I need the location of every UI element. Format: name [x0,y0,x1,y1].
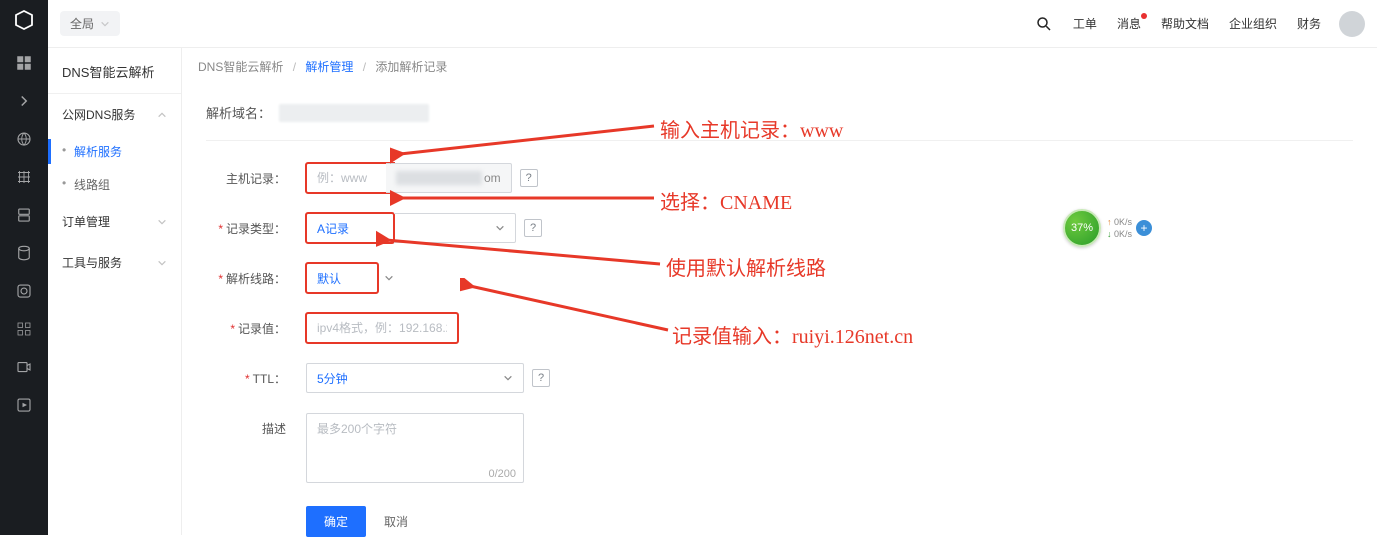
logo-icon [12,8,36,32]
nav-group-label: 工具与服务 [62,254,122,271]
rail-item-grid[interactable] [0,160,48,194]
value-input[interactable] [306,313,458,343]
speed-up: 0K/s [1107,216,1132,228]
breadcrumb-current: 添加解析记录 [375,60,447,74]
desc-label: 描述 [206,413,286,437]
icon-rail [0,0,48,535]
type-select[interactable]: A记录 [306,213,394,243]
host-input[interactable] [306,163,394,193]
nav-group-label: 订单管理 [62,213,110,230]
chevron-down-icon [157,217,167,227]
breadcrumb: DNS智能云解析 / 解析管理 / 添加解析记录 [182,48,1377,85]
chevron-down-icon [100,19,110,29]
sidebar: DNS智能云解析 公网DNS服务 解析服务 线路组 订单管理 工具与服务 [48,48,182,535]
desc-counter: 0/200 [488,468,516,480]
host-label: 主机记录： [206,163,286,187]
submit-button[interactable]: 确定 [306,506,366,537]
panel-title: DNS智能云解析 [48,48,181,94]
breadcrumb-sep: / [293,60,296,74]
region-label: 全局 [70,15,94,32]
ttl-value: 5分钟 [317,370,348,387]
rail-item-circle[interactable] [0,274,48,308]
content: 解析域名： 主机记录： om ? 记录类型： A记录 [182,85,1377,555]
nav-group-order[interactable]: 订单管理 [48,201,181,242]
breadcrumb-sep: / [363,60,366,74]
top-link-message[interactable]: 消息 [1117,15,1141,32]
nav-group-public-dns[interactable]: 公网DNS服务 [48,94,181,135]
speed-percent: 37% [1063,209,1101,247]
line-select[interactable]: 默认 [306,263,378,293]
chevron-down-icon [384,273,394,283]
cancel-button[interactable]: 取消 [384,506,408,537]
top-bar: 全局 工单 消息 帮助文档 企业组织 财务 [48,0,1377,48]
chevron-down-icon [157,258,167,268]
top-link-org[interactable]: 企业组织 [1229,15,1277,32]
line-value: 默认 [317,270,341,287]
line-label: 解析线路： [206,263,286,287]
rail-item-server[interactable] [0,198,48,232]
rail-item-globe[interactable] [0,122,48,156]
rail-item-play[interactable] [0,388,48,422]
nav-group-label: 公网DNS服务 [62,106,135,123]
sidebar-item-linegroup[interactable]: 线路组 [48,168,181,201]
avatar[interactable] [1339,11,1365,37]
help-icon[interactable]: ? [524,219,542,237]
rail-item-dashboard[interactable] [0,46,48,80]
type-value: A记录 [317,220,349,237]
help-icon[interactable]: ? [520,169,538,187]
breadcrumb-root: DNS智能云解析 [198,60,283,74]
breadcrumb-link-manage[interactable]: 解析管理 [305,60,353,74]
speed-plus-icon[interactable]: + [1136,220,1152,236]
search-icon[interactable] [1035,15,1053,33]
region-select[interactable]: 全局 [60,11,120,36]
value-label: 记录值： [206,313,286,337]
ttl-select[interactable]: 5分钟 [306,363,524,393]
host-suffix: om [386,163,512,193]
top-link-ticket[interactable]: 工单 [1073,15,1097,32]
rail-item-database[interactable] [0,236,48,270]
help-icon[interactable]: ? [532,369,550,387]
domain-value-redacted [279,104,429,122]
sidebar-item-resolve[interactable]: 解析服务 [48,135,181,168]
speed-widget[interactable]: 37% 0K/s 0K/s + [1063,208,1167,248]
top-link-finance[interactable]: 财务 [1297,15,1321,32]
rail-item-video[interactable] [0,350,48,384]
main: DNS智能云解析 / 解析管理 / 添加解析记录 解析域名： 主机记录： om … [182,48,1377,535]
rail-item-expand[interactable] [0,84,48,118]
rail-item-apps[interactable] [0,312,48,346]
chevron-down-icon [503,373,513,383]
top-link-help[interactable]: 帮助文档 [1161,15,1209,32]
chevron-down-icon [495,223,505,233]
chevron-up-icon [157,110,167,120]
speed-down: 0K/s [1107,228,1132,240]
ttl-label: TTL： [206,363,286,387]
domain-row: 解析域名： [206,103,1353,141]
type-label: 记录类型： [206,213,286,237]
domain-label: 解析域名： [206,103,271,122]
nav-group-tools[interactable]: 工具与服务 [48,242,181,283]
speed-stats: 0K/s 0K/s [1107,216,1132,240]
